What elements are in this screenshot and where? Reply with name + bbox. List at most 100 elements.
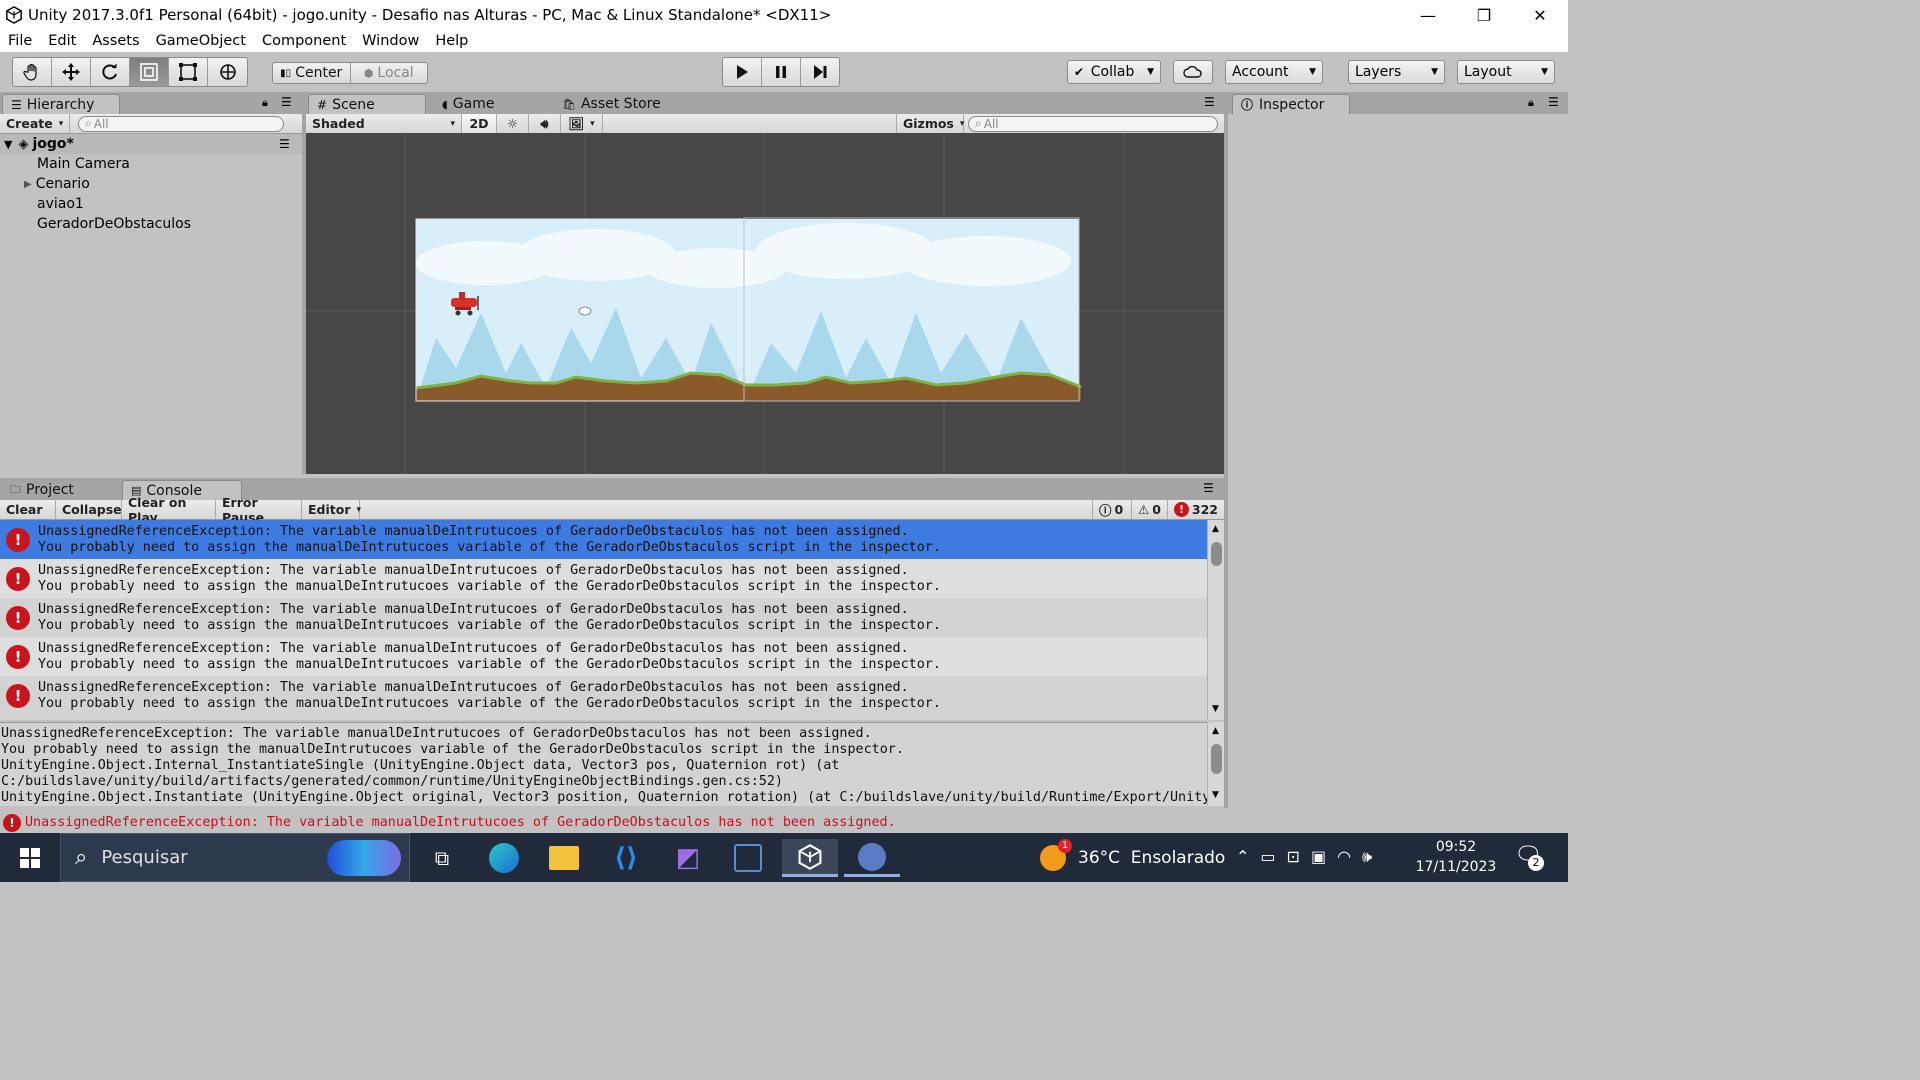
lock-icon[interactable]: 🔒︎ — [1528, 96, 1534, 110]
layers-dropdown[interactable]: Layers ▼ — [1348, 60, 1445, 84]
toggle-2d-button[interactable]: 2D — [462, 114, 497, 133]
create-dropdown[interactable]: Create ▾ — [0, 114, 70, 133]
account-dropdown[interactable]: Account ▼ — [1225, 60, 1323, 84]
title-bar: Unity 2017.3.0f1 Personal (64bit) - jogo… — [0, 0, 1568, 30]
scene-view[interactable] — [306, 133, 1224, 474]
expand-arrow-icon[interactable]: ▼ — [4, 138, 12, 151]
rotate-tool-icon[interactable] — [91, 58, 130, 86]
gizmos-dropdown[interactable]: Gizmos ▾ — [896, 114, 964, 133]
close-icon[interactable]: ✕ — [1512, 0, 1568, 30]
error-pause-button[interactable]: Error Pause — [216, 495, 302, 525]
panel-menu-icon[interactable]: ☰ — [1203, 481, 1214, 495]
collapse-button[interactable]: Collapse — [56, 500, 122, 519]
unity-hub-icon[interactable] — [844, 839, 900, 877]
hierarchy-item-cenario[interactable]: ▶ Cenario — [0, 174, 302, 194]
device-icon[interactable]: ⊡ — [1287, 847, 1300, 867]
expand-arrow-icon[interactable]: ▶ — [24, 179, 32, 190]
volume-icon[interactable]: 🕪︎ — [1362, 847, 1372, 867]
panel-menu-icon[interactable]: ☰ — [1204, 95, 1215, 109]
notification-center-icon[interactable]: 🗨︎ 2 — [1514, 843, 1550, 873]
effects-dropdown[interactable]: 🖼︎ ▾ — [561, 114, 603, 133]
pivot-local-button[interactable]: ⬢ Local — [351, 63, 428, 83]
restore-icon[interactable]: ❐ — [1456, 0, 1512, 30]
pause-icon[interactable] — [762, 58, 801, 86]
editor-dropdown[interactable]: Editor ▾ — [302, 500, 361, 519]
error-count-toggle[interactable]: ! 322 — [1168, 500, 1224, 519]
clock[interactable]: 09:52 17/11/2023 — [1412, 837, 1500, 877]
audio-toggle[interactable]: 🔊︎ — [529, 114, 561, 133]
vscode-icon[interactable]: ⟨⟩ — [598, 839, 654, 877]
panel-menu-icon[interactable]: ☰ — [281, 95, 292, 109]
scroll-down-icon[interactable]: ▼ — [1212, 790, 1219, 800]
menu-window[interactable]: Window — [354, 33, 427, 49]
wifi-icon[interactable]: ◠ — [1337, 847, 1351, 867]
console-entry[interactable]: ! UnassignedReferenceException: The vari… — [0, 598, 1207, 637]
console-subbar: Clear Collapse Clear on Play Error Pause… — [0, 495, 1224, 525]
tab-hierarchy[interactable]: ☰ Hierarchy — [2, 94, 120, 114]
chevron-up-icon[interactable]: ⌃ — [1236, 847, 1249, 867]
tab-asset-store[interactable]: 🛍︎ Asset Store — [554, 94, 684, 114]
play-icon[interactable] — [723, 58, 762, 86]
edge-browser-icon[interactable] — [476, 839, 532, 877]
panel-menu-icon[interactable]: ☰ — [1548, 95, 1559, 109]
scroll-down-icon[interactable]: ▼ — [1212, 704, 1219, 714]
hierarchy-search-input[interactable]: ⌕ All — [78, 115, 284, 132]
lock-icon[interactable]: 🔒︎ — [262, 96, 268, 110]
transform-tool-icon[interactable] — [208, 58, 247, 86]
hierarchy-item-gerador[interactable]: GeradorDeObstaculos — [0, 214, 302, 234]
display-icon[interactable]: ▣ — [1311, 847, 1326, 867]
console-detail-scrollbar[interactable]: ▲ ▼ — [1207, 722, 1224, 806]
error-icon: ! — [6, 645, 30, 669]
visual-studio-icon[interactable]: ◩ — [660, 839, 716, 877]
file-explorer-icon[interactable] — [536, 839, 592, 877]
minimize-icon[interactable]: — — [1400, 0, 1456, 30]
task-view-icon[interactable]: ⧉ — [414, 839, 470, 877]
pivot-center-button[interactable]: ▮▯ Center — [273, 63, 351, 83]
console-entry[interactable]: ! UnassignedReferenceException: The vari… — [0, 676, 1207, 715]
hierarchy-item-aviao1[interactable]: aviao1 — [0, 194, 302, 214]
tab-inspector[interactable]: ⓘ Inspector — [1232, 94, 1350, 114]
menu-file[interactable]: File — [0, 33, 40, 49]
console-entry[interactable]: ! UnassignedReferenceException: The vari… — [0, 559, 1207, 598]
step-icon[interactable] — [801, 58, 839, 86]
tab-game[interactable]: ◖ Game — [434, 94, 544, 114]
menu-assets[interactable]: Assets — [84, 33, 147, 49]
windows-start-icon[interactable] — [2, 839, 58, 877]
scene-root-row[interactable]: ▼ ◈ jogo* ☰ — [0, 134, 302, 154]
layout-dropdown[interactable]: Layout ▼ — [1457, 60, 1555, 84]
lighting-toggle[interactable]: ☼ — [497, 114, 529, 133]
rect-tool-icon[interactable] — [169, 58, 208, 86]
battery-icon[interactable]: ▭ — [1260, 847, 1275, 867]
menu-help[interactable]: Help — [427, 33, 476, 49]
cloud-button[interactable] — [1173, 60, 1213, 84]
console-entry[interactable]: ! UnassignedReferenceException: The vari… — [0, 520, 1207, 559]
console-list-scrollbar[interactable]: ▲ ▼ — [1207, 520, 1224, 720]
menu-component[interactable]: Component — [254, 33, 354, 49]
scrollbar-thumb[interactable] — [1211, 744, 1222, 774]
menu-gameobject[interactable]: GameObject — [148, 33, 254, 49]
collab-dropdown[interactable]: ✔ Collab ▼ — [1067, 60, 1161, 84]
menu-edit[interactable]: Edit — [40, 33, 84, 49]
move-tool-icon[interactable] — [52, 58, 91, 86]
status-bar[interactable]: ! UnassignedReferenceException: The vari… — [0, 812, 1568, 833]
scroll-up-icon[interactable]: ▲ — [1212, 524, 1219, 534]
tab-project[interactable]: 🗀 Project — [2, 480, 112, 500]
hand-tool-icon[interactable] — [13, 58, 52, 86]
scrollbar-thumb[interactable] — [1211, 542, 1222, 566]
info-count-toggle[interactable]: ⓘ 0 — [1092, 500, 1132, 519]
scroll-up-icon[interactable]: ▲ — [1212, 726, 1219, 736]
taskbar-search-box[interactable]: ⌕ Pesquisar — [60, 833, 410, 882]
console-entry[interactable]: ! UnassignedReferenceException: The vari… — [0, 637, 1207, 676]
scene-menu-icon[interactable]: ☰ — [279, 137, 290, 151]
scene-search-input[interactable]: ⌕ All — [968, 115, 1218, 132]
clear-button[interactable]: Clear — [0, 500, 56, 519]
weather-widget[interactable]: 1 36°C Ensolarado — [1040, 839, 1225, 877]
unity-taskbar-icon[interactable] — [782, 839, 838, 877]
shading-dropdown[interactable]: Shaded ▾ — [306, 114, 462, 133]
hierarchy-item-main-camera[interactable]: Main Camera — [0, 154, 302, 174]
scale-tool-icon[interactable] — [130, 58, 169, 86]
app-icon[interactable] — [720, 839, 776, 877]
tab-scene[interactable]: # Scene — [308, 94, 426, 114]
warning-count-toggle[interactable]: ⚠ 0 — [1132, 500, 1168, 519]
clear-on-play-button[interactable]: Clear on Play — [122, 495, 216, 525]
